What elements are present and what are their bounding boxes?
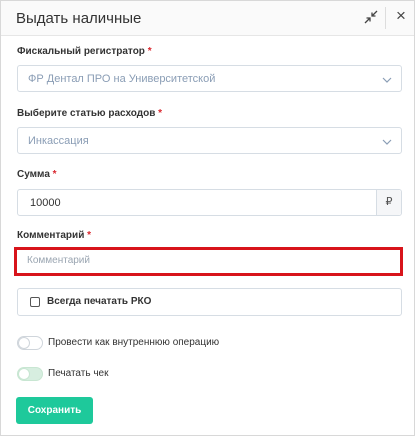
always-print-rko-label: Всегда печатать РКО — [47, 296, 152, 307]
always-print-rko-checkbox[interactable] — [30, 297, 40, 307]
comment-input[interactable]: Комментарий — [17, 250, 400, 273]
chevron-down-icon — [381, 135, 393, 147]
amount-input[interactable]: 10000 ₽ — [17, 189, 402, 216]
collapse-icon[interactable] — [363, 9, 379, 25]
currency-addon: ₽ — [376, 190, 401, 215]
cash-out-dialog: Выдать наличные × Фискальный регистратор… — [0, 0, 415, 436]
dialog-header: Выдать наличные × — [1, 1, 414, 36]
expense-item-select[interactable]: Инкассация — [17, 127, 402, 154]
required-mark: * — [87, 230, 92, 241]
fiscal-registrar-select[interactable]: ФР Дентал ПРО на Университетской — [17, 65, 402, 92]
dialog-title: Выдать наличные — [16, 10, 142, 27]
comment-label-text: Комментарий — [17, 230, 85, 241]
expense-item-label-text: Выберите статью расходов — [17, 108, 156, 119]
print-receipt-toggle[interactable] — [17, 367, 43, 381]
internal-operation-label: Провести как внутреннюю операцию — [48, 337, 220, 348]
fiscal-registrar-value: ФР Дентал ПРО на Университетской — [28, 73, 216, 85]
expense-item-value: Инкассация — [28, 135, 89, 147]
toggle-knob — [18, 337, 30, 349]
close-icon[interactable]: × — [393, 7, 409, 25]
fiscal-registrar-label: Фискальный регистратор * — [17, 46, 152, 57]
comment-label: Комментарий * — [17, 230, 91, 241]
toggle-knob — [18, 368, 30, 380]
chevron-down-icon — [381, 73, 393, 85]
comment-placeholder: Комментарий — [27, 255, 90, 266]
amount-value: 10000 — [30, 197, 61, 209]
amount-label-text: Сумма — [17, 169, 50, 180]
always-print-rko-row[interactable]: Всегда печатать РКО — [17, 288, 402, 316]
required-mark: * — [52, 169, 57, 180]
required-mark: * — [158, 108, 163, 119]
save-button[interactable]: Сохранить — [16, 397, 93, 424]
required-mark: * — [147, 46, 152, 57]
print-receipt-label: Печатать чек — [48, 368, 109, 379]
expense-item-label: Выберите статью расходов * — [17, 108, 162, 119]
fiscal-registrar-label-text: Фискальный регистратор — [17, 46, 145, 57]
header-divider — [385, 7, 386, 29]
amount-label: Сумма * — [17, 169, 57, 180]
internal-operation-toggle[interactable] — [17, 336, 43, 350]
